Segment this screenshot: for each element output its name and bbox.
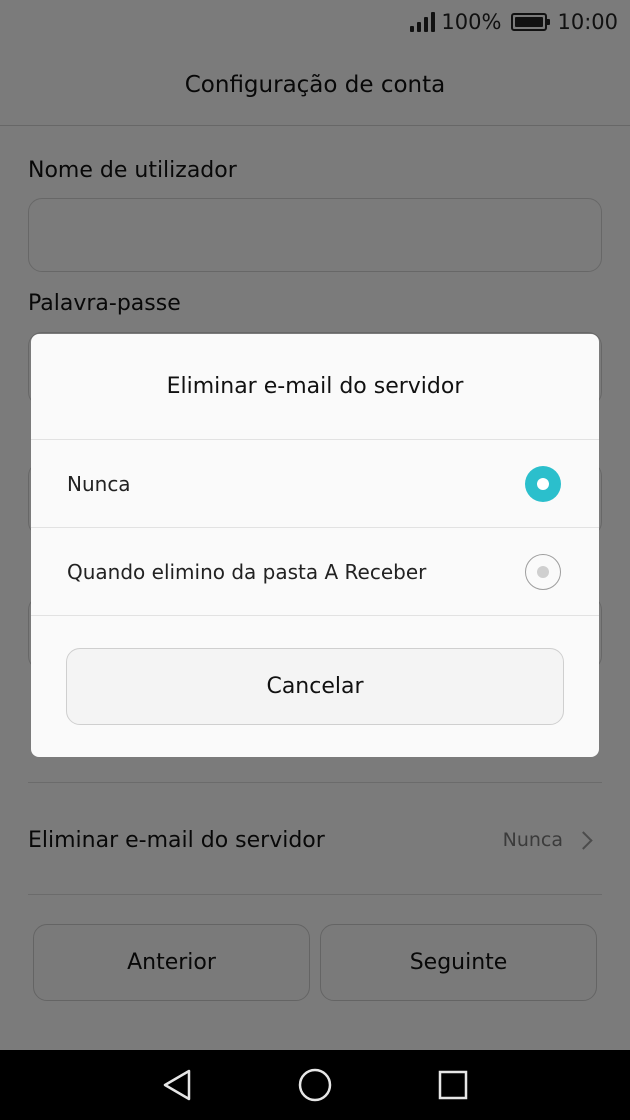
back-triangle-icon[interactable] xyxy=(161,1068,193,1102)
home-circle-icon[interactable] xyxy=(297,1067,333,1103)
option-never[interactable]: Nunca xyxy=(31,440,599,528)
radio-selected-icon[interactable] xyxy=(525,465,561,502)
option-label: Nunca xyxy=(67,471,131,496)
option-label: Quando elimino da pasta A Receber xyxy=(67,559,427,584)
dialog-title: Eliminar e-mail do servidor xyxy=(31,334,599,440)
option-when-deleted-from-inbox[interactable]: Quando elimino da pasta A Receber xyxy=(31,528,599,616)
delete-email-dialog: Eliminar e-mail do servidor Nunca Quando… xyxy=(31,334,599,757)
recents-square-icon[interactable] xyxy=(437,1069,469,1101)
system-nav-bar xyxy=(0,1050,630,1120)
cancel-button[interactable]: Cancelar xyxy=(66,648,564,725)
radio-unselected-icon[interactable] xyxy=(525,553,561,590)
